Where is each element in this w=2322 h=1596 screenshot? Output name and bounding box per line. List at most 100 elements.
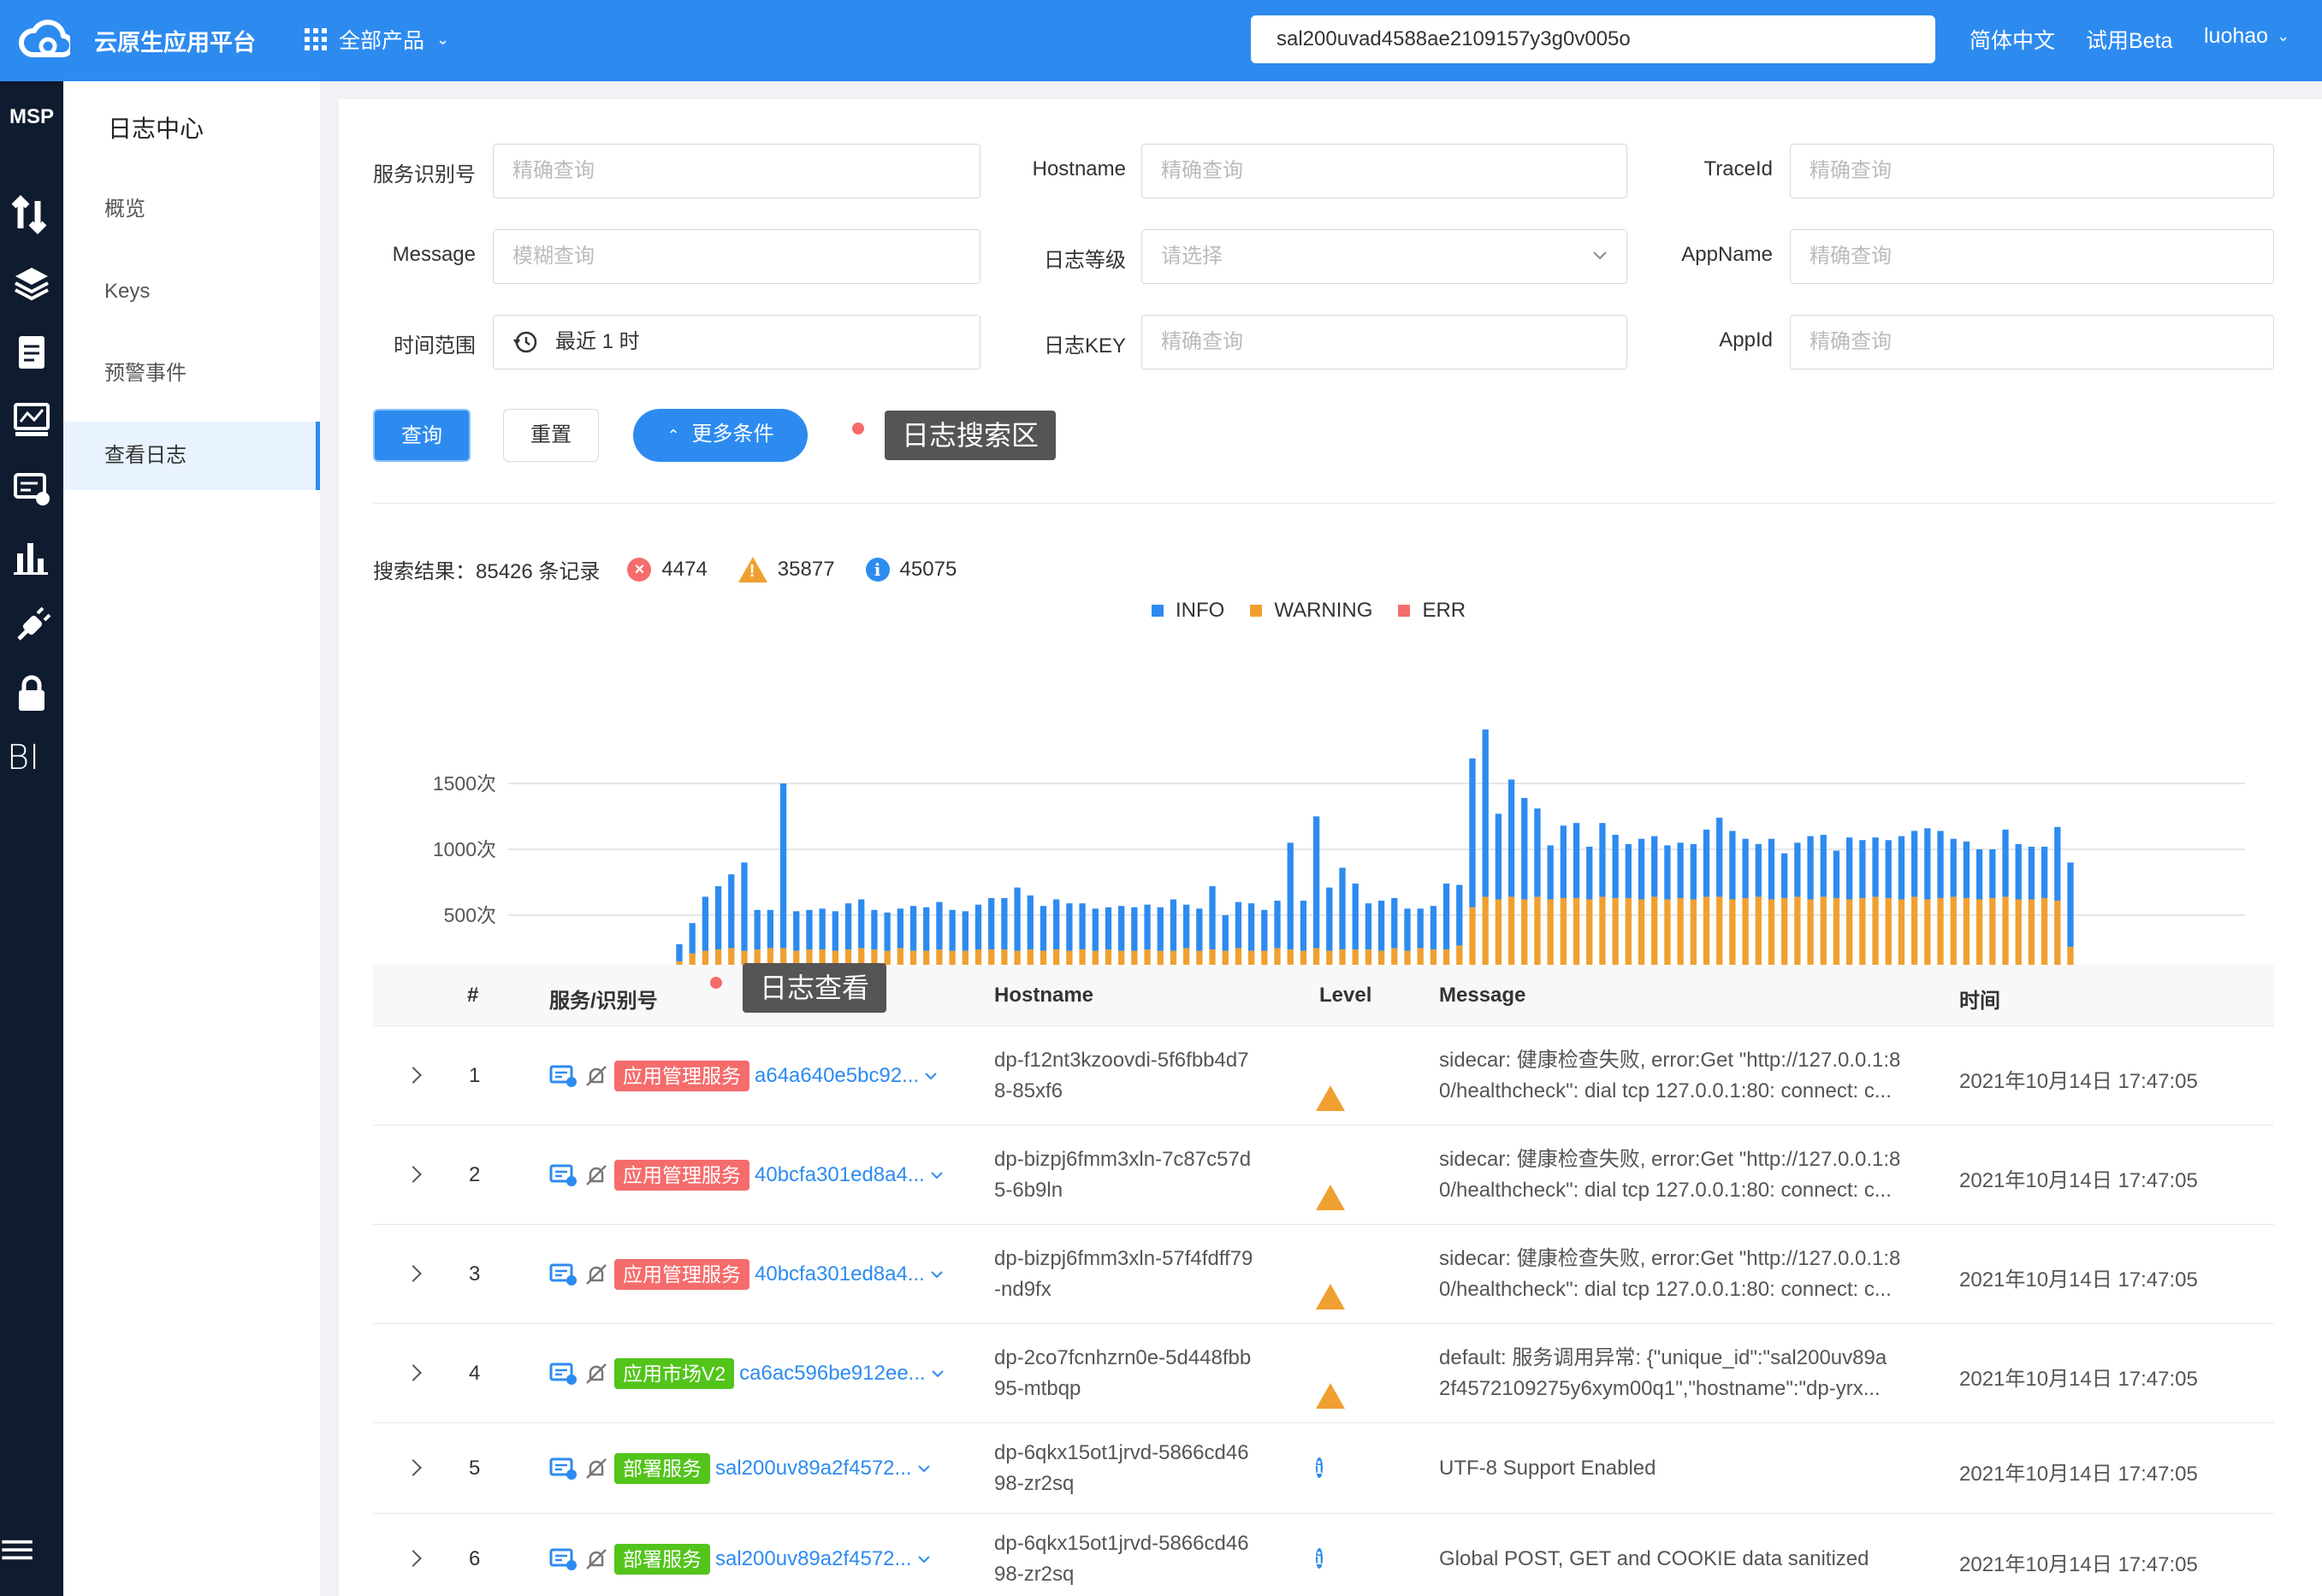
service-id-link[interactable]: sal200uv89a2f4572... xyxy=(715,1547,912,1571)
bar-warning[interactable] xyxy=(1910,896,1918,973)
bar-info[interactable] xyxy=(1066,903,1073,951)
bar-info[interactable] xyxy=(1547,845,1554,900)
bar-warning[interactable] xyxy=(1781,897,1788,973)
log-level-select[interactable]: 请选择 xyxy=(1141,229,1627,284)
bar-warning[interactable] xyxy=(1768,899,1775,973)
bar-info[interactable] xyxy=(974,904,982,950)
table-row[interactable]: 5 部署服务 sal200uv89a2f4572... dp-6qkx15ot1jrv… xyxy=(373,1423,2274,1514)
bar-info[interactable] xyxy=(1430,906,1437,950)
service-monitor-icon[interactable] xyxy=(549,1162,578,1188)
all-products-menu[interactable]: 全部产品 ⌄ xyxy=(305,24,449,55)
bar-info[interactable] xyxy=(1469,758,1476,907)
bar-warning[interactable] xyxy=(1573,897,1580,973)
bar-info[interactable] xyxy=(1092,908,1099,951)
bar-warning[interactable] xyxy=(1677,897,1684,973)
service-id-link[interactable]: 40bcfa301ed8a4... xyxy=(755,1262,925,1286)
bar-info[interactable] xyxy=(1625,843,1632,898)
bar-info[interactable] xyxy=(988,897,995,950)
expand-row-chevron-icon[interactable] xyxy=(405,1067,422,1084)
bar-info[interactable] xyxy=(819,908,826,950)
bar-warning[interactable] xyxy=(1547,899,1554,973)
bar-info[interactable] xyxy=(1312,816,1320,949)
bar-info[interactable] xyxy=(1521,797,1528,900)
bar-warning[interactable] xyxy=(2002,896,2009,973)
bar-warning[interactable] xyxy=(1846,899,1853,973)
bar-info[interactable] xyxy=(1300,901,1307,951)
bar-info[interactable] xyxy=(1001,897,1008,950)
service-id-input[interactable]: 精确查询 xyxy=(493,144,980,198)
bar-warning[interactable] xyxy=(1729,899,1736,973)
bar-warning[interactable] xyxy=(1625,897,1632,973)
bar-info[interactable] xyxy=(1729,831,1736,900)
bar-info[interactable] xyxy=(1950,838,1957,897)
bar-info[interactable] xyxy=(1196,908,1203,951)
hostname-input[interactable]: 精确查询 xyxy=(1141,144,1627,198)
bar-info[interactable] xyxy=(1716,818,1723,897)
bar-info[interactable] xyxy=(676,943,683,961)
bar-warning[interactable] xyxy=(1599,896,1606,973)
bar-info[interactable] xyxy=(1014,887,1021,951)
bar-info[interactable] xyxy=(1703,829,1710,897)
bar-info[interactable] xyxy=(767,909,774,949)
bar-warning[interactable] xyxy=(1755,896,1762,973)
time-range-picker[interactable]: 最近 1 时 xyxy=(493,315,980,369)
bar-info[interactable] xyxy=(1377,901,1385,951)
bar-info[interactable] xyxy=(1209,886,1216,950)
global-search-input[interactable]: sal200uvad4588ae2109157y3g0v005o xyxy=(1251,15,1935,63)
service-id-link[interactable]: a64a640e5bc92... xyxy=(755,1064,919,1088)
bar-warning[interactable] xyxy=(2054,901,2061,973)
alarm-off-icon[interactable] xyxy=(583,1361,609,1386)
bar-info[interactable] xyxy=(1144,904,1151,950)
bar-warning[interactable] xyxy=(1807,899,1814,973)
reset-button[interactable]: 重置 xyxy=(503,409,599,462)
bar-info[interactable] xyxy=(1846,837,1853,900)
expand-row-chevron-icon[interactable] xyxy=(405,1364,422,1381)
bar-info[interactable] xyxy=(1820,835,1827,897)
bar-info[interactable] xyxy=(962,911,968,951)
bar-info[interactable] xyxy=(2041,846,2048,898)
service-id-link[interactable]: sal200uv89a2f4572... xyxy=(715,1457,912,1481)
bar-info[interactable] xyxy=(1859,840,1866,898)
table-row[interactable]: 2 应用管理服务 40bcfa301ed8a4... dp-bizpj6fmm3xln… xyxy=(373,1126,2274,1225)
app-name-input[interactable]: 精确查询 xyxy=(1790,229,2274,284)
bar-warning[interactable] xyxy=(1560,897,1567,973)
expand-row-chevron-icon[interactable] xyxy=(405,1459,422,1476)
bar-info[interactable] xyxy=(689,923,696,954)
service-monitor-icon[interactable] xyxy=(549,1456,578,1481)
expand-row-chevron-icon[interactable] xyxy=(405,1265,422,1282)
legend-info[interactable]: INFO xyxy=(1152,599,1224,623)
alarm-off-icon[interactable] xyxy=(583,1063,609,1089)
bar-warning[interactable] xyxy=(1521,899,1528,973)
bar-info[interactable] xyxy=(1742,838,1749,898)
bar-warning[interactable] xyxy=(1833,897,1840,973)
chevron-down-icon[interactable] xyxy=(930,1171,944,1179)
bar-warning[interactable] xyxy=(1508,896,1515,973)
service-icon[interactable] xyxy=(9,468,55,509)
bar-info[interactable] xyxy=(858,899,865,949)
bar-info[interactable] xyxy=(884,912,891,951)
bar-info[interactable] xyxy=(949,909,956,951)
bar-info[interactable] xyxy=(1638,838,1645,900)
monitor-icon[interactable] xyxy=(9,399,55,440)
bar-info[interactable] xyxy=(832,911,839,951)
user-menu[interactable]: luohao ⌄ xyxy=(2204,24,2289,49)
service-id-link[interactable]: ca6ac596be912ee... xyxy=(739,1362,926,1386)
bar-info[interactable] xyxy=(1339,867,1346,950)
alarm-off-icon[interactable] xyxy=(583,1262,609,1287)
bar-warning[interactable] xyxy=(1924,899,1931,973)
bar-info[interactable] xyxy=(1105,907,1112,950)
bar-warning[interactable] xyxy=(2015,899,2022,973)
nav-item-view-logs[interactable]: 查看日志 xyxy=(63,422,320,490)
bar-info[interactable] xyxy=(1404,908,1411,951)
bar-info[interactable] xyxy=(1027,895,1034,950)
query-button[interactable]: 查询 xyxy=(373,409,471,462)
table-row[interactable]: 1 应用管理服务 a64a640e5bc92... dp-f12nt3kzoovdi-… xyxy=(373,1026,2274,1126)
bar-warning[interactable] xyxy=(1975,899,1983,973)
bar-info[interactable] xyxy=(1170,899,1177,951)
bar-info[interactable] xyxy=(1183,904,1190,949)
nav-item-alert-events[interactable]: 预警事件 xyxy=(63,340,320,408)
bar-warning[interactable] xyxy=(1690,899,1697,973)
service-monitor-icon[interactable] xyxy=(549,1262,578,1287)
bar-info[interactable] xyxy=(1274,901,1281,949)
legend-warning[interactable]: WARNING xyxy=(1250,599,1372,623)
